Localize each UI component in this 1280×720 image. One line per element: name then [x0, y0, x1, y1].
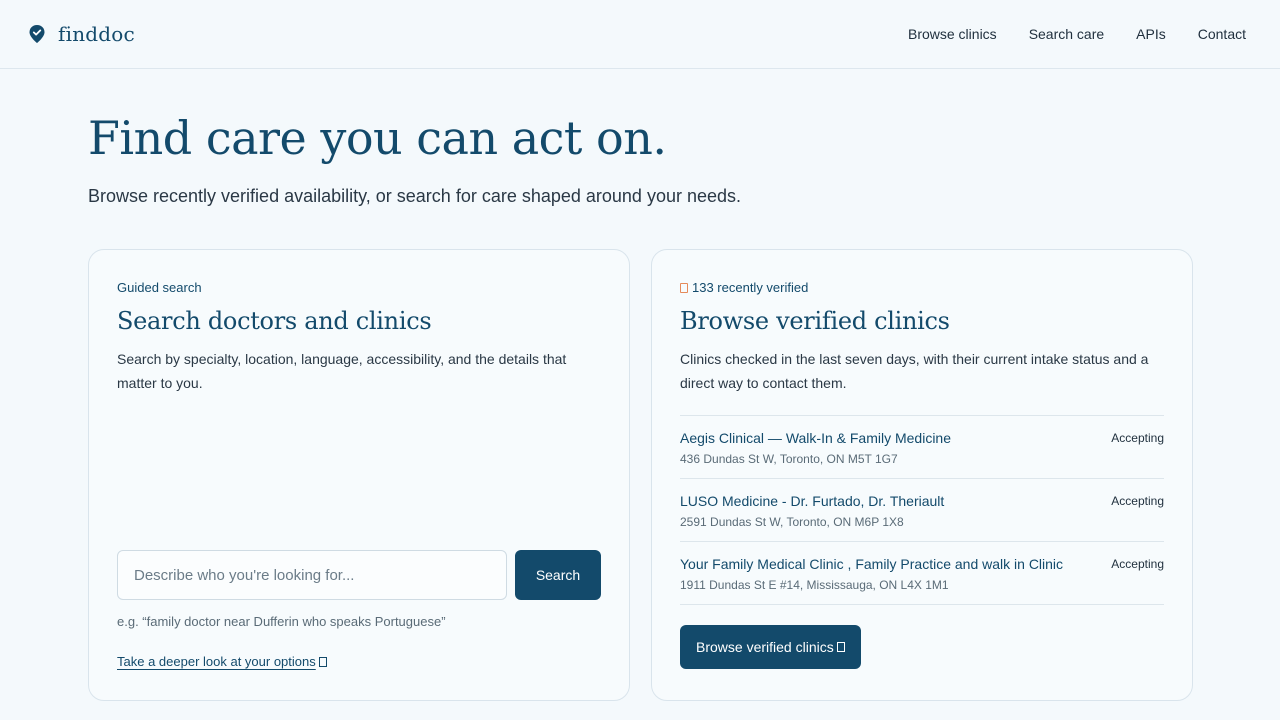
search-card-eyebrow: Guided search: [117, 280, 202, 295]
location-pin-icon: [28, 24, 46, 44]
cards-container: Guided search Search doctors and clinics…: [88, 249, 1193, 701]
brand[interactable]: finddoc: [28, 22, 135, 46]
clinic-item[interactable]: Aegis Clinical — Walk-In & Family Medici…: [680, 416, 1164, 479]
browse-card-description: Clinics checked in the last seven days, …: [680, 351, 1149, 391]
clinic-address: 1911 Dundas St E #14, Mississauga, ON L4…: [680, 578, 949, 592]
clinic-name[interactable]: Aegis Clinical — Walk-In & Family Medici…: [680, 430, 951, 446]
intake-status: Accepting: [1111, 494, 1164, 508]
deeper-look-link-label: Take a deeper look at your options: [117, 654, 316, 669]
top-navigation-bar: finddoc Browse clinics Search care APIs …: [0, 0, 1280, 69]
badge-icon: [680, 282, 688, 293]
clinic-name[interactable]: LUSO Medicine - Dr. Furtado, Dr. Theriau…: [680, 493, 944, 509]
clinic-address: 2591 Dundas St W, Toronto, ON M6P 1X8: [680, 515, 904, 529]
intake-status: Accepting: [1111, 431, 1164, 445]
clinic-item[interactable]: Your Family Medical Clinic , Family Prac…: [680, 542, 1164, 605]
search-button[interactable]: Search: [515, 550, 601, 600]
main-nav: Browse clinics Search care APIs Contact: [908, 26, 1246, 42]
browse-card: 133 recently verified Browse verified cl…: [651, 249, 1193, 701]
search-card: Guided search Search doctors and clinics…: [88, 249, 630, 701]
search-example: e.g. “family doctor near Dufferin who sp…: [117, 614, 446, 629]
clinic-list: Aegis Clinical — Walk-In & Family Medici…: [680, 415, 1164, 605]
brand-name: finddoc: [58, 22, 135, 46]
nav-browse-clinics[interactable]: Browse clinics: [908, 26, 997, 42]
verified-count-badge: 133 recently verified: [680, 280, 1164, 295]
page-subtitle: Browse recently verified availability, o…: [88, 186, 742, 207]
page-title: Find care you can act on.: [88, 111, 667, 165]
search-card-title: Search doctors and clinics: [117, 307, 432, 335]
clinic-item[interactable]: LUSO Medicine - Dr. Furtado, Dr. Theriau…: [680, 479, 1164, 542]
arrow-right-icon: [318, 657, 327, 667]
arrow-right-icon: [836, 642, 845, 652]
verified-count: 133 recently verified: [692, 280, 809, 295]
browse-button-label: Browse verified clinics: [696, 639, 834, 655]
search-form: Search: [117, 550, 601, 600]
nav-contact[interactable]: Contact: [1198, 26, 1246, 42]
nav-search-care[interactable]: Search care: [1029, 26, 1104, 42]
deeper-look-link[interactable]: Take a deeper look at your options: [117, 654, 327, 669]
search-input[interactable]: [117, 550, 507, 600]
intake-status: Accepting: [1111, 557, 1164, 571]
browse-card-title: Browse verified clinics: [680, 307, 950, 335]
browse-verified-clinics-button[interactable]: Browse verified clinics: [680, 625, 861, 669]
hero: Find care you can act on. Browse recentl…: [0, 69, 1280, 207]
clinic-name[interactable]: Your Family Medical Clinic , Family Prac…: [680, 556, 1063, 572]
search-card-description: Search by specialty, location, language,…: [117, 351, 567, 391]
nav-apis[interactable]: APIs: [1136, 26, 1166, 42]
clinic-address: 436 Dundas St W, Toronto, ON M5T 1G7: [680, 452, 898, 466]
